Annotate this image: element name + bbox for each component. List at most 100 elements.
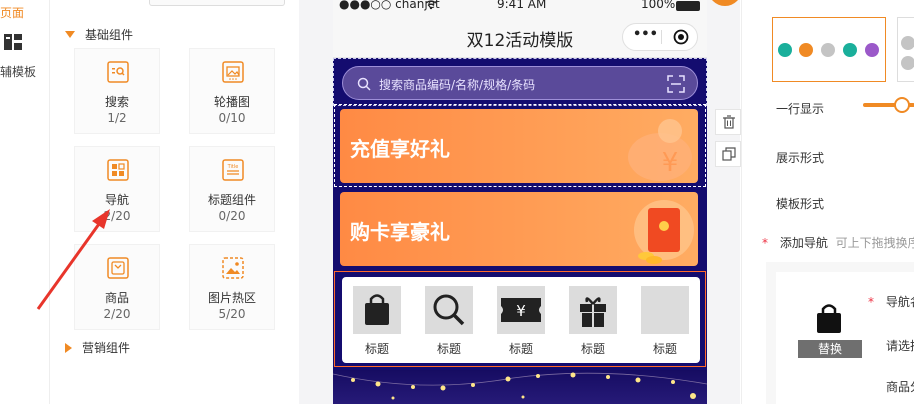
component-tools	[715, 109, 741, 173]
nav-item-image: ¥	[497, 286, 545, 334]
phone-preview: ●●●○○ chanjet 9:41 AM 100% 双12活动模版 ••• 搜…	[333, 0, 707, 404]
image-carousel-icon	[222, 61, 244, 83]
nav-item-image	[353, 286, 401, 334]
panel-tab[interactable]	[149, 0, 285, 6]
nav-name-label: 导航名称	[885, 295, 914, 309]
replace-button[interactable]: 替换	[798, 340, 862, 358]
search-input[interactable]: 搜索商品编码/名称/规格/条码	[342, 66, 698, 100]
theme-color-dot	[901, 36, 914, 50]
battery-text: 100%	[641, 0, 676, 11]
grid-nav-icon	[107, 159, 129, 181]
component-name: 标题组件	[207, 193, 256, 207]
theme-color-option-selected[interactable]	[772, 17, 886, 82]
blank-image	[641, 286, 689, 334]
shopping-bag-icon	[365, 294, 389, 325]
scan-icon[interactable]	[667, 75, 685, 93]
nav-item-label: 标题	[436, 342, 461, 356]
banner-recharge[interactable]: 充值享好礼 ¥	[340, 109, 698, 183]
capsule-menu[interactable]: •••	[622, 23, 698, 51]
nav-item-micro-page[interactable]: 微页面	[0, 4, 24, 21]
required-star: *	[762, 236, 768, 250]
group-title: 营销组件	[82, 341, 131, 355]
add-nav-label: 添加导航	[779, 236, 828, 250]
nav-item-image	[425, 286, 473, 334]
theme-color-dot	[865, 43, 879, 57]
component-count: 5/20	[218, 307, 246, 321]
yen-symbol: ¥	[662, 148, 679, 178]
component-hotspot[interactable]: 图片热区 5/20	[189, 244, 275, 330]
required-star: *	[868, 295, 874, 309]
component-title[interactable]: Title 标题组件 0/20	[189, 146, 275, 232]
component-panel: 基础组件 搜索 1/2 轮播图 0/10 导航 2/20 Title 标题组件 …	[51, 0, 299, 404]
nav-item-template[interactable]: 辅模板	[0, 63, 36, 80]
banner-title: 充值享好礼	[350, 137, 450, 161]
left-nav: 微页面 辅模板	[0, 0, 50, 404]
nav-item[interactable]: 标题	[424, 286, 474, 357]
category-label: 商品分	[886, 380, 914, 394]
editor-root: 微页面 辅模板 基础组件 搜索 1/2	[0, 0, 914, 404]
nav-item-label: 标题	[364, 342, 389, 356]
add-nav-hint: 可上下拖拽换序	[835, 236, 914, 250]
banner-title: 购卡享豪礼	[350, 220, 450, 244]
settings-panel: 一行显示 展示形式 模板形式 * 添加导航 可上下拖拽换序 替换 * 导航名称 …	[741, 0, 914, 404]
shopping-bag-icon	[817, 304, 841, 333]
theme-color-dot	[799, 43, 813, 57]
caret-right-icon	[65, 342, 72, 353]
delete-button[interactable]	[715, 109, 741, 135]
wifi-icon	[425, 0, 437, 10]
per-row-label: 一行显示	[776, 102, 825, 116]
component-count: 1/2	[107, 111, 127, 125]
component-carousel[interactable]: 轮播图 0/10	[189, 48, 275, 134]
nav-card: 标题 标题 ¥ 标题 标题 标题	[342, 277, 700, 363]
gift-icon	[580, 297, 606, 327]
nav-item-config: 替换 * 导航名称 请选择跳 商品分	[766, 262, 914, 404]
nav-item[interactable]: ¥ 标题	[496, 286, 546, 357]
component-name: 轮播图	[213, 95, 250, 109]
lights-banner-image	[333, 370, 707, 404]
basic-components-header[interactable]: 基础组件	[65, 26, 133, 43]
red-envelope-icon	[634, 200, 694, 264]
piggy-bank-icon: ¥	[628, 119, 692, 181]
search-block[interactable]: 搜索商品编码/名称/规格/条码	[333, 58, 707, 106]
group-title: 基础组件	[85, 28, 134, 42]
image-hotspot-icon	[222, 257, 244, 279]
nav-name-row: * 导航名称	[868, 293, 914, 310]
battery-icon	[676, 1, 700, 11]
more-icon[interactable]: •••	[633, 27, 658, 42]
add-nav-row: * 添加导航 可上下拖拽换序	[762, 234, 914, 251]
display-style-label: 展示形式	[776, 151, 825, 165]
clock: 9:41 AM	[497, 0, 547, 11]
nav-item-label: 标题	[508, 342, 533, 356]
nav-item[interactable]: 标题	[640, 286, 690, 357]
close-mini-program-icon[interactable]	[673, 29, 689, 45]
nav-item[interactable]: 标题	[352, 286, 402, 357]
component-search[interactable]: 搜索 1/2	[74, 48, 160, 134]
component-name: 搜索	[104, 95, 129, 109]
yen-symbol: ¥	[516, 302, 526, 320]
search-icon	[357, 77, 371, 91]
link-select-label[interactable]: 请选择跳	[886, 337, 914, 354]
nav-item[interactable]: 标题	[568, 286, 618, 357]
component-name: 图片热区	[207, 291, 256, 305]
nav-config-card: 替换 * 导航名称 请选择跳 商品分	[776, 272, 914, 404]
theme-color-dot	[843, 43, 857, 57]
theme-color-option[interactable]	[897, 17, 914, 82]
banner-card[interactable]: 购卡享豪礼	[340, 192, 698, 266]
yen-ticket-icon: ¥	[501, 298, 541, 322]
nav-item-label: 标题	[652, 342, 677, 356]
mini-program-navbar: 双12活动模版 •••	[333, 14, 707, 58]
nav-component-block[interactable]: 标题 标题 ¥ 标题 标题 标题	[334, 271, 706, 367]
template-icon	[4, 34, 22, 50]
copy-button[interactable]	[715, 141, 741, 167]
theme-color-dot	[821, 43, 835, 57]
status-bar: ●●●○○ chanjet 9:41 AM 100%	[333, 0, 707, 14]
trash-icon	[723, 115, 735, 129]
capsule-divider	[661, 30, 662, 44]
marketing-components-header[interactable]: 营销组件	[65, 339, 130, 356]
copy-icon	[722, 147, 736, 161]
theme-color-dot	[778, 43, 792, 57]
component-count: 0/20	[218, 209, 246, 223]
slider-handle[interactable]	[894, 97, 910, 113]
nav-item-label: 标题	[580, 342, 605, 356]
string-lights-decoration	[333, 372, 707, 400]
